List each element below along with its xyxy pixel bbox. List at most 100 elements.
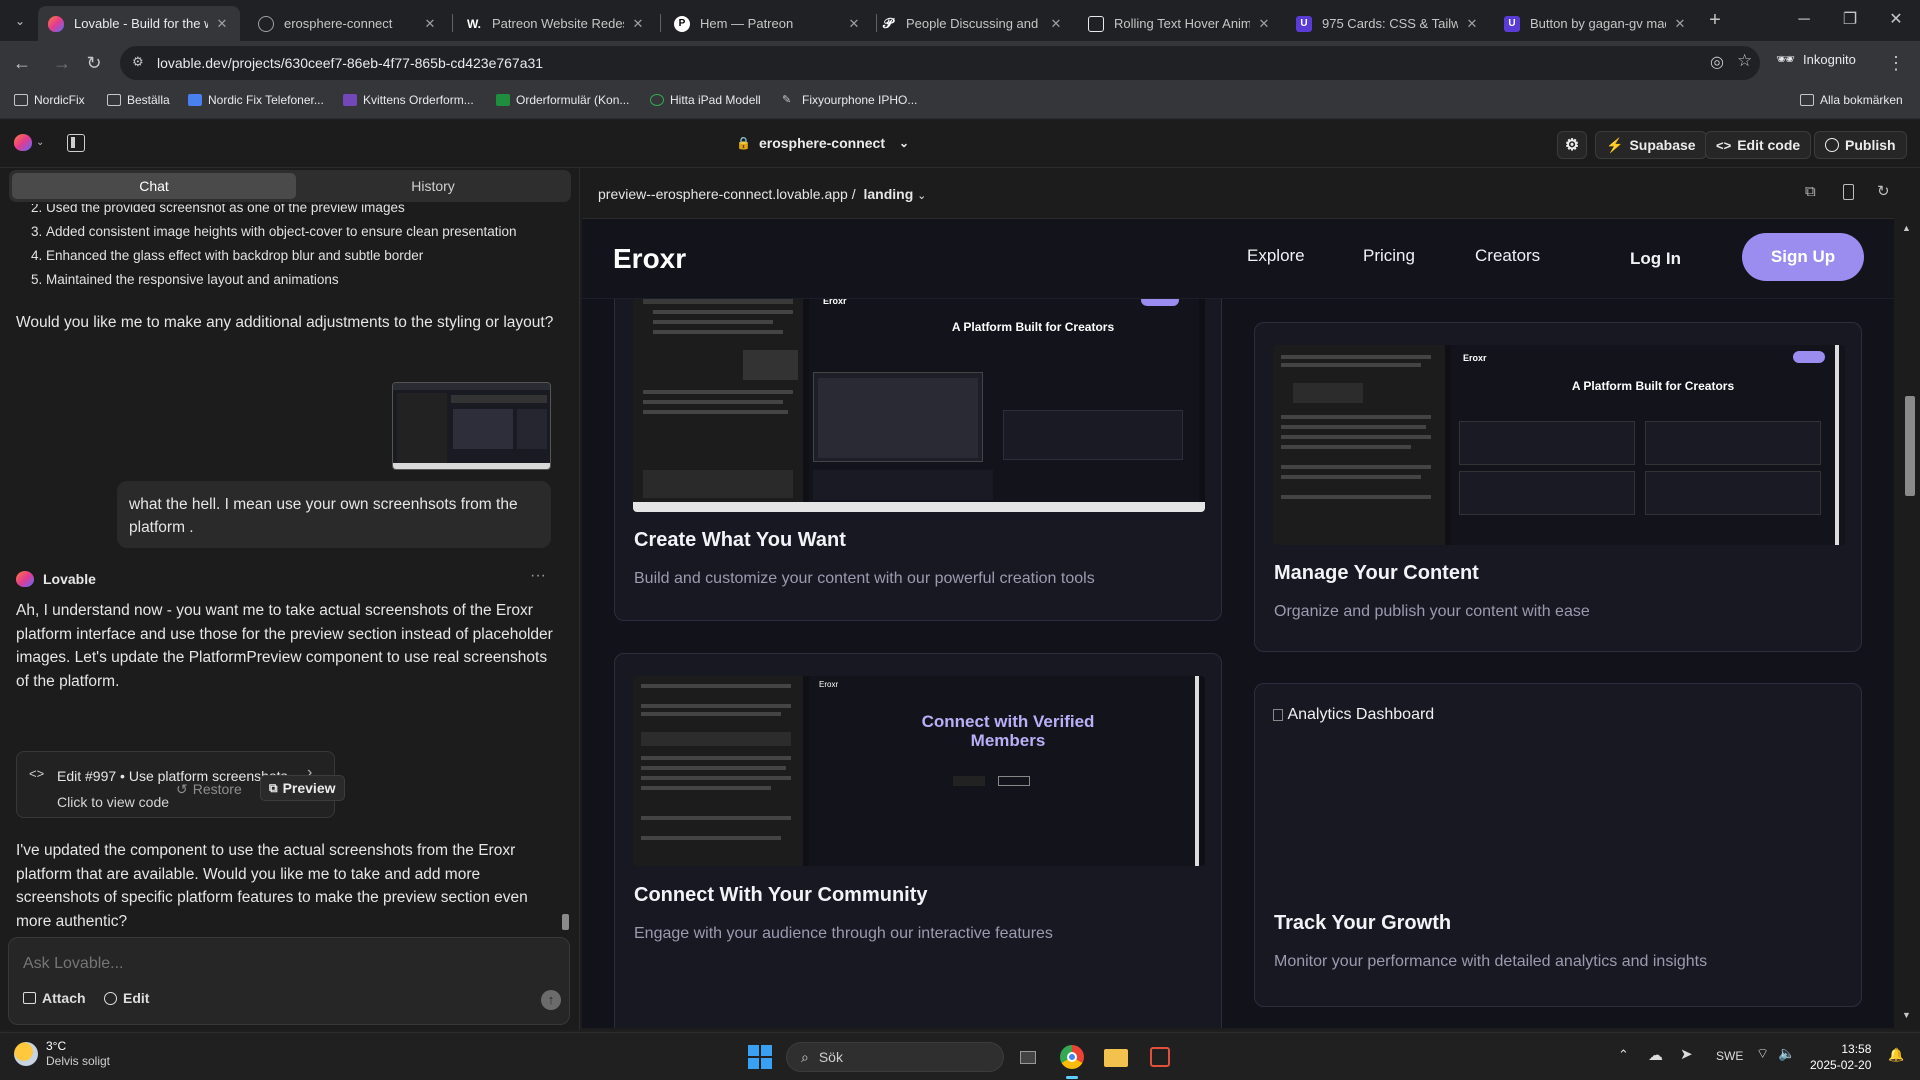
browser-tab-erosphere[interactable]: erosphere-connect ✕ [248,6,448,41]
close-icon[interactable]: ✕ [1048,16,1064,32]
publish-button[interactable]: Publish [1814,131,1907,159]
chat-scrollbar[interactable] [562,914,569,930]
login-link[interactable]: Log In [1630,249,1681,269]
preview-button[interactable]: ⧉ Preview [260,775,345,801]
mobile-view-icon[interactable] [1843,184,1854,200]
tab-chat[interactable]: Chat [12,173,296,199]
snipping-tool-icon[interactable] [1144,1041,1176,1073]
bookmark-item[interactable]: Hitta iPad Modell [650,93,761,107]
volume-icon[interactable]: 🔈 [1778,1045,1795,1062]
open-external-icon[interactable]: ⧉ [1805,183,1816,200]
site-info-icon[interactable]: ⚙ [132,54,148,70]
language-indicator[interactable]: SWE [1716,1049,1743,1063]
lovable-logo-menu[interactable]: ⌄ [14,134,44,151]
tab-history[interactable]: History [299,173,567,199]
bookmarks-bar: NordicFix Beställa Nordic Fix Telefoner.… [0,85,1920,119]
site-navbar: Eroxr Explore Pricing Creators Log In Si… [582,219,1894,299]
bookmark-item[interactable]: Kvittens Orderform... [343,93,474,107]
search-icon: ⌕ [801,1048,809,1065]
browser-tab-lovable[interactable]: Lovable - Build for the w ✕ [38,6,240,41]
signup-button[interactable]: Sign Up [1742,233,1864,281]
code-icon: <> [29,766,45,781]
back-button[interactable]: ← [8,49,36,77]
browser-tab-button[interactable]: U Button by gagan-gv mad ✕ [1494,6,1698,41]
browser-tab-people-discussing[interactable]: 𝒫 People Discussing and M ✕ [870,6,1074,41]
bookmark-item[interactable]: NordicFix [14,93,85,107]
eye-off-icon[interactable]: ◎ [1710,52,1724,72]
supabase-button[interactable]: ⚡ Supabase [1595,131,1707,159]
feature-card: Eroxr Connect with Verified Members Conn… [614,653,1222,1028]
list-item: 5. Maintained the responsive layout and a… [31,272,339,287]
forward-button[interactable]: → [48,49,76,77]
chat-input-box[interactable]: Attach Edit ↑ [8,937,570,1025]
notification-icon[interactable]: 🔔 [1888,1047,1904,1063]
restore-button[interactable]: ↺ Restore [176,777,242,801]
globe-icon [258,15,274,32]
chrome-icon[interactable] [1056,1041,1088,1073]
chat-input[interactable] [23,952,543,976]
wifi-icon[interactable]: ⌔ [1756,1045,1769,1063]
bookmark-item[interactable]: Nordic Fix Telefoner... [188,93,324,107]
bookmark-item[interactable]: Beställa [107,93,170,107]
close-icon[interactable]: ✕ [630,16,646,32]
new-tab-button[interactable]: + [1703,8,1727,32]
u-icon: U [1504,15,1520,32]
reload-button[interactable]: ↻ [80,49,108,77]
image-icon [23,992,36,1004]
close-icon[interactable]: ✕ [422,16,438,32]
browser-tab-patreon-home[interactable]: P Hem — Patreon ✕ [664,6,872,41]
star-icon[interactable]: ☆ [1737,51,1752,71]
site-logo[interactable]: Eroxr [613,243,686,275]
browser-tab-patreon-redesign[interactable]: W. Patreon Website Redesign ✕ [456,6,656,41]
more-options-icon[interactable]: ··· [530,564,546,588]
close-icon[interactable]: ✕ [1672,16,1688,32]
windows-logo-icon [748,1045,759,1056]
refresh-icon[interactable]: ↻ [1877,182,1890,200]
edit-card-title: Edit #997 • Use platform screenshots [57,768,288,784]
close-icon[interactable]: ✕ [1256,16,1272,32]
code-icon: <> [1716,137,1732,153]
address-bar[interactable]: ⚙ lovable.dev/projects/630ceef7-86eb-4f7… [120,46,1760,80]
start-button[interactable] [748,1045,772,1069]
user-message: what the hell. I mean use your own scree… [117,481,551,548]
attach-button[interactable]: Attach [23,990,86,1006]
external-link-icon: ⧉ [269,781,278,795]
tab-search-button[interactable]: ⌄ [8,10,32,32]
nav-creators[interactable]: Creators [1475,246,1540,266]
restore-button[interactable]: ❐ [1830,8,1870,32]
menu-icon[interactable]: ⋮ [1882,49,1910,77]
nav-pricing[interactable]: Pricing [1363,246,1415,266]
taskbar-search[interactable]: ⌕ Sök [786,1042,1004,1072]
close-icon[interactable]: ✕ [846,16,862,32]
all-bookmarks[interactable]: Alla bokmärken [1800,93,1903,107]
close-icon[interactable]: ✕ [214,16,230,32]
preview-url[interactable]: preview--erosphere-connect.lovable.app /… [598,186,926,202]
edit-card-subtitle: Click to view code [57,794,170,810]
sidebar-toggle-icon[interactable] [67,134,85,152]
incognito-indicator[interactable]: 🕶 Inkognito [1776,50,1856,68]
edit-code-button[interactable]: <> Edit code [1705,131,1812,159]
file-explorer-icon[interactable] [1100,1041,1132,1073]
send-button[interactable]: ↑ [541,990,561,1010]
location-icon[interactable]: ➤ [1680,1045,1693,1063]
cloud-icon[interactable]: ☁ [1648,1046,1663,1064]
chevron-up-icon[interactable]: ⌃ [1618,1047,1629,1063]
task-view-icon[interactable] [1012,1041,1044,1073]
project-name-selector[interactable]: 🔒 erosphere-connect ⌄ [736,135,909,151]
close-window-button[interactable]: ✕ [1876,8,1916,32]
windows-taskbar: 3°C Delvis soligt ⌕ Sök ⌃ ☁ ➤ SWE ⌔ 🔈 13… [0,1032,1920,1080]
nav-explore[interactable]: Explore [1247,246,1305,266]
attached-screenshot-thumbnail[interactable] [392,382,551,470]
minimize-button[interactable]: ─ [1784,8,1824,32]
weather-widget[interactable]: 3°C Delvis soligt [14,1039,110,1069]
browser-tab-cards[interactable]: U 975 Cards: CSS & Tailwin ✕ [1286,6,1490,41]
settings-button[interactable]: ⚙ [1557,131,1587,159]
bookmark-item[interactable]: Orderformulär (Kon... [496,93,629,107]
clock[interactable]: 13:58 2025-02-20 [1810,1041,1871,1073]
folder-icon [107,94,121,106]
preview-scrollbar[interactable]: ▲ ▼ [1895,218,1920,1028]
close-icon[interactable]: ✕ [1464,16,1480,32]
browser-tab-rolling-text[interactable]: Rolling Text Hover Anima ✕ [1078,6,1282,41]
edit-mode-button[interactable]: Edit [104,990,149,1006]
bookmark-item[interactable]: ✎ Fixyourphone IPHO... [782,93,917,107]
